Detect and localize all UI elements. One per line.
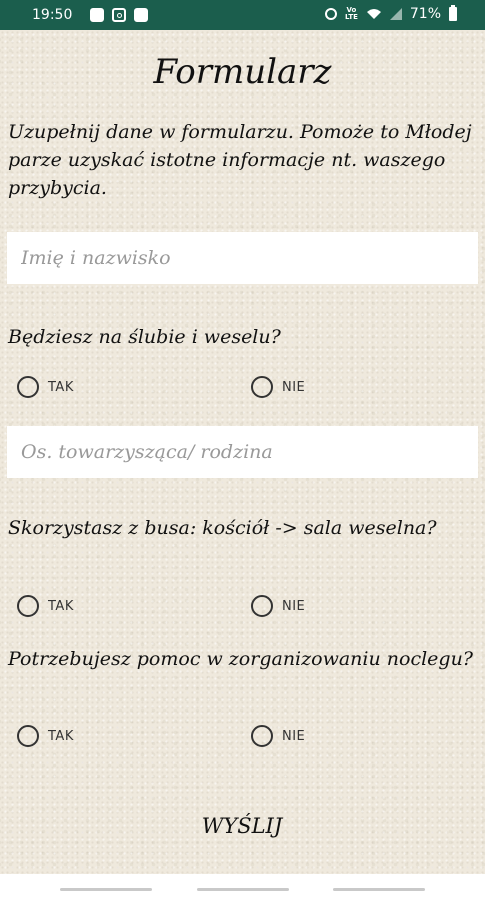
- submit-button[interactable]: WYŚLIJ: [142, 806, 342, 846]
- status-time: 19:50: [32, 7, 73, 23]
- radio-circle: [251, 725, 273, 747]
- radio-label: TAK: [48, 379, 74, 395]
- accommodation-no-radio[interactable]: NIE: [251, 724, 305, 748]
- radio-label: TAK: [48, 728, 74, 744]
- bus-no-radio[interactable]: NIE: [251, 594, 305, 618]
- radio-circle: [251, 595, 273, 617]
- form-title: Formularz: [153, 52, 332, 92]
- question-attendance: Będziesz na ślubie i weselu?: [8, 326, 281, 348]
- form-description: Uzupełnij dane w formularzu. Pomoże to M…: [8, 121, 472, 199]
- status-right: Vo LTE 71%: [325, 5, 457, 22]
- navigation-bar: [0, 874, 485, 900]
- radio-label: NIE: [282, 598, 306, 614]
- accommodation-yes-radio[interactable]: TAK: [17, 724, 74, 748]
- signal-icon: [389, 8, 402, 20]
- wifi-icon: [366, 8, 382, 20]
- gallery-icon: [90, 8, 104, 22]
- attendance-no-radio[interactable]: NIE: [251, 375, 305, 399]
- attendance-yes-radio[interactable]: TAK: [17, 375, 74, 399]
- checkbox-icon: [134, 8, 148, 22]
- status-bar: 19:50 Vo LTE 71%: [0, 0, 485, 30]
- battery-percent: 71%: [409, 6, 441, 22]
- radio-label: NIE: [282, 379, 306, 395]
- radio-circle: [17, 725, 39, 747]
- alarm-icon: [325, 8, 338, 20]
- radio-circle: [17, 376, 39, 398]
- radio-circle: [251, 376, 273, 398]
- companion-input[interactable]: [7, 426, 478, 478]
- question-bus: Skorzystasz z busa: kościół -> sala wese…: [8, 517, 437, 539]
- bus-yes-radio[interactable]: TAK: [17, 594, 74, 618]
- radio-circle: [17, 595, 39, 617]
- radio-label: TAK: [48, 598, 74, 614]
- battery-icon: [449, 5, 457, 21]
- notification-icons: [90, 8, 148, 22]
- instagram-icon: [112, 8, 126, 22]
- nav-home[interactable]: [197, 888, 289, 891]
- question-accommodation: Potrzebujesz pomoc w zorganizowaniu nocl…: [8, 648, 473, 670]
- volte-icon: Vo LTE: [345, 6, 358, 21]
- radio-label: NIE: [282, 728, 306, 744]
- nav-back[interactable]: [333, 888, 425, 891]
- nav-recent-apps[interactable]: [60, 888, 152, 891]
- name-input[interactable]: [7, 232, 478, 284]
